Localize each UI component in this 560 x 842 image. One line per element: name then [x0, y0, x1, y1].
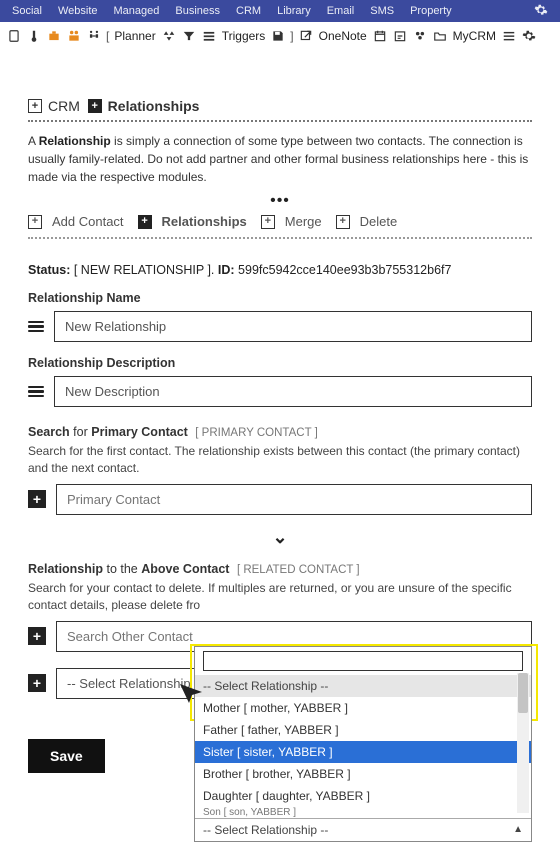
relationships-icon[interactable] [138, 215, 152, 229]
desc-label: Relationship Description [28, 356, 532, 370]
delete-icon[interactable] [336, 215, 350, 229]
name-label: Relationship Name [28, 291, 532, 305]
action-row: Add Contact Relationships Merge Delete [28, 214, 532, 229]
nav-business[interactable]: Business [175, 5, 220, 17]
id-value: 599fc5942cce140ee93b3b755312b6f7 [238, 263, 451, 277]
chevron-up-icon[interactable]: ▲ [513, 824, 523, 835]
filter-icon[interactable] [182, 29, 196, 43]
dropdown-search-input[interactable] [203, 651, 523, 671]
bracket-open: [ [106, 29, 109, 43]
add-contact-icon[interactable] [28, 215, 42, 229]
primary-contact-input[interactable] [56, 484, 532, 515]
relationship-desc-input[interactable] [54, 376, 532, 407]
dropdown-option-daughter[interactable]: Daughter [ daughter, YABBER ] [195, 785, 531, 807]
dropdown-footer-label: -- Select Relationship -- [203, 823, 328, 837]
add-primary-icon[interactable] [28, 490, 46, 508]
page-content: CRM Relationships A Relationship is simp… [0, 50, 560, 793]
briefcase-icon[interactable] [47, 29, 61, 43]
crumb-relationships: Relationships [108, 98, 200, 114]
save-button[interactable]: Save [28, 739, 105, 773]
primary-help: Search for the first contact. The relati… [28, 443, 532, 478]
triggers-link[interactable]: Triggers [222, 29, 266, 43]
divider [28, 237, 532, 239]
scrollbar-thumb[interactable] [518, 673, 528, 713]
status-label: Status: [28, 263, 70, 277]
top-navigation: Social Website Managed Business CRM Libr… [0, 0, 560, 22]
id-label: ID: [218, 263, 235, 277]
group-icon[interactable] [413, 29, 427, 43]
status-row: Status: [ NEW RELATIONSHIP ]. ID: 599fc5… [28, 263, 532, 277]
expand-relationships-icon[interactable] [88, 99, 102, 113]
nav-social[interactable]: Social [12, 5, 42, 17]
reorder-icon[interactable] [28, 385, 44, 399]
dropdown-option-sister[interactable]: Sister [ sister, YABBER ] [195, 741, 531, 763]
nav-managed[interactable]: Managed [114, 5, 160, 17]
device-icon[interactable] [7, 29, 21, 43]
nav-property[interactable]: Property [410, 5, 452, 17]
settings-icon[interactable] [522, 29, 536, 43]
list-icon[interactable] [202, 29, 216, 43]
nav-email[interactable]: Email [327, 5, 355, 17]
nav-crm[interactable]: CRM [236, 5, 261, 17]
intro-bold: Relationship [39, 134, 111, 148]
save-icon[interactable] [271, 29, 285, 43]
dropdown-footer[interactable]: -- Select Relationship -- ▲ [195, 818, 531, 841]
merge-icon[interactable] [261, 215, 275, 229]
dropdown-option-son[interactable]: Son [ son, YABBER ] [195, 807, 531, 818]
add-contact-button[interactable]: Add Contact [52, 214, 124, 229]
intro-text: A Relationship is simply a connection of… [28, 132, 532, 186]
calendar-icon[interactable] [373, 29, 387, 43]
gear-icon[interactable] [534, 3, 548, 20]
relationship-dropdown[interactable]: -- Select Relationship -- Mother [ mothe… [194, 646, 532, 842]
related-label: Relationship to the Above Contact [ RELA… [28, 562, 532, 576]
merge-button[interactable]: Merge [285, 214, 322, 229]
reorder-icon[interactable] [28, 320, 44, 334]
dropdown-option-brother[interactable]: Brother [ brother, YABBER ] [195, 763, 531, 785]
nav-sms[interactable]: SMS [370, 5, 394, 17]
delete-button[interactable]: Delete [360, 214, 398, 229]
ellipsis-icon[interactable]: ••• [28, 192, 532, 210]
bracket-close: ] [290, 29, 293, 43]
mycrm-link[interactable]: MyCRM [453, 29, 496, 43]
primary-sublabel: [ PRIMARY CONTACT ] [195, 427, 317, 439]
add-related-icon[interactable] [28, 627, 46, 645]
dropdown-scrollbar[interactable] [517, 673, 529, 813]
relationship-name-input[interactable] [54, 311, 532, 342]
planner-link[interactable]: Planner [114, 29, 155, 43]
recycle-icon[interactable] [162, 29, 176, 43]
external-icon[interactable] [299, 29, 313, 43]
handoff-icon[interactable] [87, 29, 101, 43]
nav-library[interactable]: Library [277, 5, 311, 17]
relationships-button[interactable]: Relationships [162, 214, 247, 229]
status-value: [ NEW RELATIONSHIP ]. [74, 263, 215, 277]
add-relationship-icon[interactable] [28, 674, 46, 692]
dropdown-option-mother[interactable]: Mother [ mother, YABBER ] [195, 697, 531, 719]
divider [28, 120, 532, 122]
folder-icon[interactable] [433, 29, 447, 43]
crumb-crm: CRM [48, 98, 80, 114]
related-help: Search for your contact to delete. If mu… [28, 580, 532, 615]
dropdown-option-father[interactable]: Father [ father, YABBER ] [195, 719, 531, 741]
related-sublabel: [ RELATED CONTACT ] [237, 564, 360, 576]
thermometer-icon[interactable] [27, 29, 41, 43]
menu-icon[interactable] [502, 29, 516, 43]
toolbar: [ Planner Triggers ] OneNote MyCRM [0, 22, 560, 50]
schedule-icon[interactable] [393, 29, 407, 43]
relationship-select-row: -- Select Relationship -- Select Relatio… [28, 668, 532, 699]
primary-label: Search for Primary Contact [ PRIMARY CON… [28, 425, 532, 439]
onenote-link[interactable]: OneNote [319, 29, 367, 43]
expand-crm-icon[interactable] [28, 99, 42, 113]
people-icon[interactable] [67, 29, 81, 43]
page-title: CRM Relationships [28, 98, 532, 114]
nav-website[interactable]: Website [58, 5, 98, 17]
chevron-down-icon: ⌄ [28, 527, 532, 548]
dropdown-placeholder[interactable]: -- Select Relationship -- [195, 675, 531, 697]
